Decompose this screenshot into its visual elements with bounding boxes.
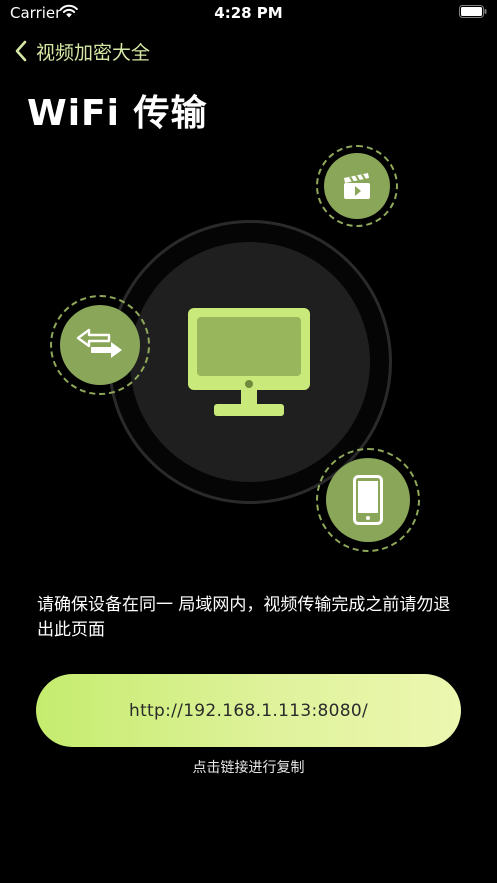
notice-text: 请确保设备在同一 局域网内，视频传输完成之前请勿退出此页面 (37, 595, 451, 640)
phone-icon (353, 475, 383, 525)
battery-icon (459, 5, 487, 18)
page-title: WiFi 传输 (27, 93, 208, 134)
transfer-illustration (0, 140, 497, 560)
back-button[interactable]: 视频加密大全 (14, 38, 150, 64)
nav-title: 视频加密大全 (36, 41, 151, 64)
chevron-left-icon (15, 40, 27, 62)
video-clapper-icon (344, 173, 370, 199)
transfer-bubble (50, 295, 150, 395)
phone-bubble (316, 448, 420, 552)
copy-hint: 点击链接进行复制 (192, 760, 305, 776)
transfer-arrows-icon (76, 328, 122, 358)
clock: 4:28 PM (214, 4, 283, 22)
copy-link-button[interactable]: http://192.168.1.113:8080/ (36, 674, 461, 747)
server-url: http://192.168.1.113:8080/ (129, 700, 368, 721)
monitor-icon (188, 308, 310, 416)
status-bar: Carrier 4:28 PM (0, 0, 497, 26)
video-bubble (316, 145, 398, 227)
